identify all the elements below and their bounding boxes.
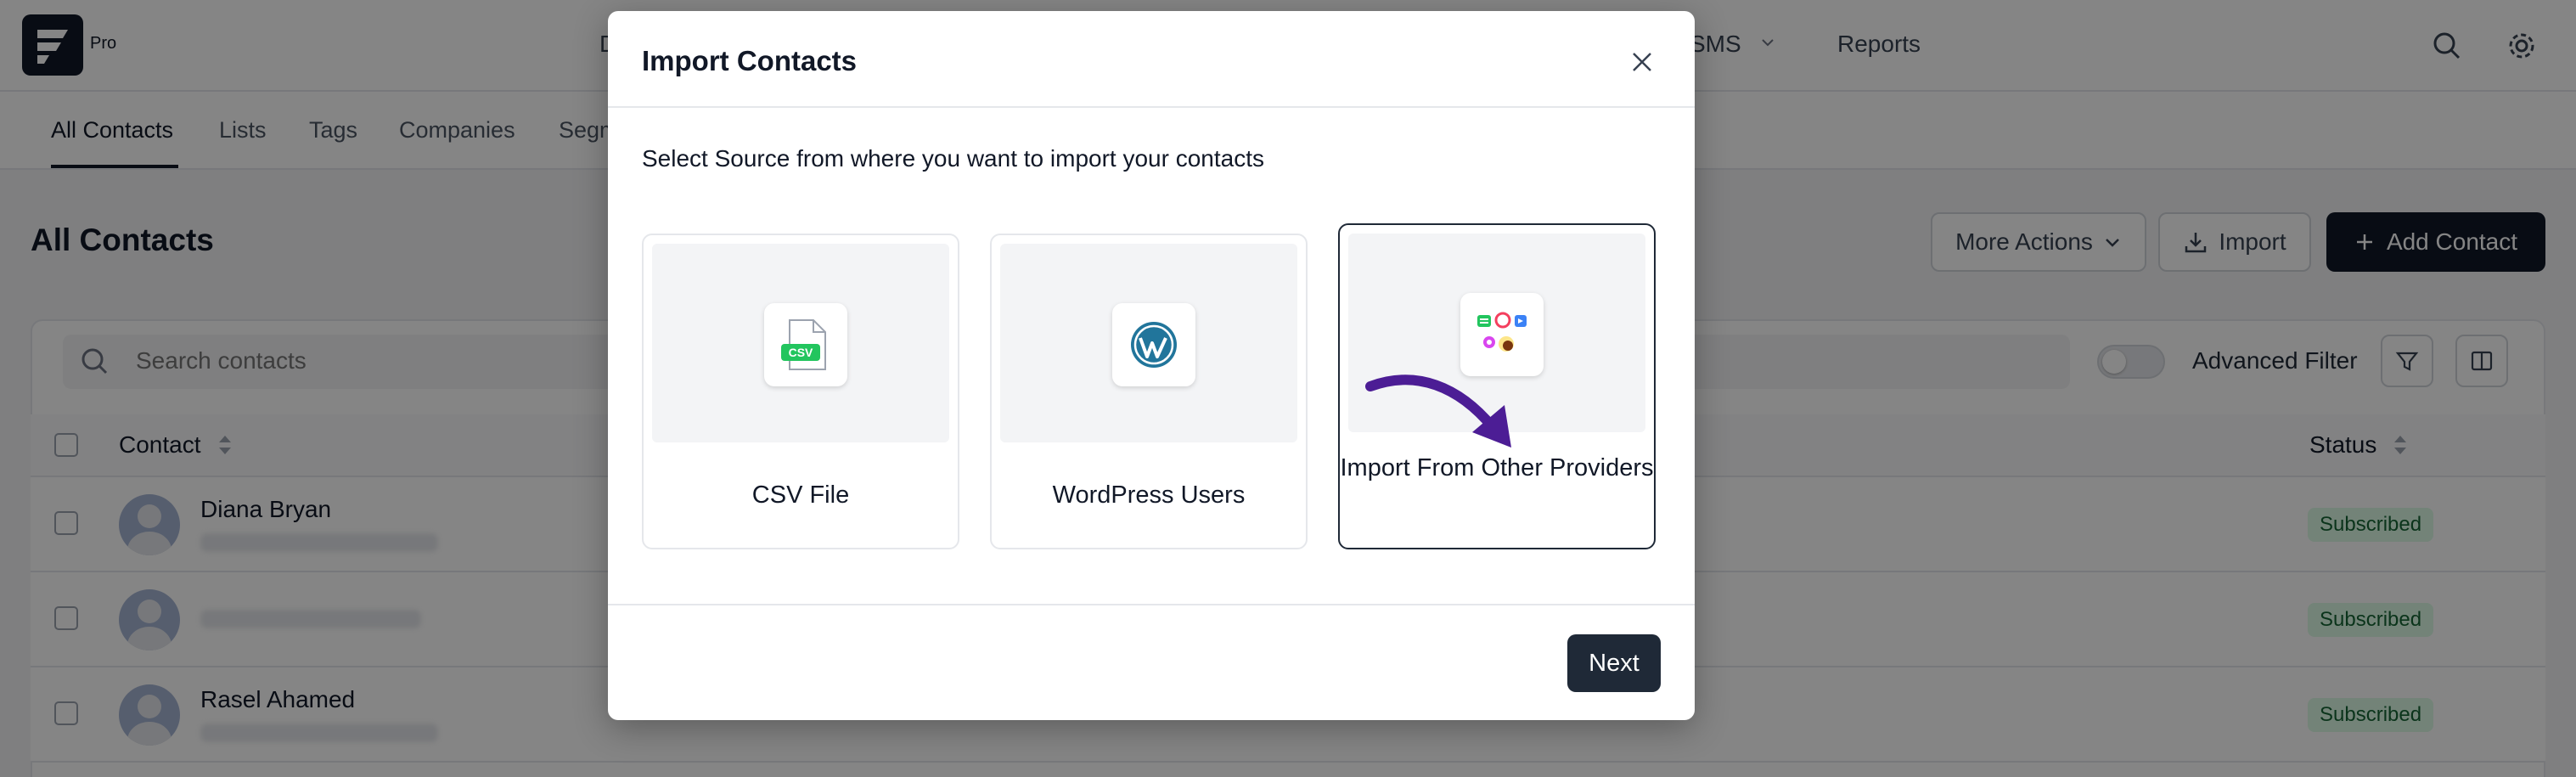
modal-footer-divider [608, 604, 1695, 605]
modal-header-divider [608, 106, 1695, 108]
source-art [1348, 234, 1645, 448]
csv-badge-text: CSV [789, 346, 813, 359]
source-label: CSV File [751, 481, 850, 509]
source-csv-file[interactable]: CSV CSV File [642, 234, 959, 549]
arrow-icon [1365, 374, 1511, 448]
source-art [1000, 244, 1297, 442]
source-other-providers[interactable]: Import From Other Providers [1338, 223, 1656, 549]
wordpress-icon [1112, 303, 1195, 386]
next-button[interactable]: Next [1567, 634, 1661, 692]
source-wordpress-users[interactable]: WordPress Users [990, 234, 1308, 549]
source-label: Import From Other Providers [1340, 454, 1654, 481]
close-icon [1633, 53, 1651, 71]
import-contacts-modal: Import Contacts Select Source from where… [608, 11, 1695, 720]
close-button[interactable] [1623, 43, 1661, 81]
source-art: CSV [652, 244, 949, 442]
csv-file-icon: CSV [764, 303, 847, 386]
source-label: WordPress Users [1052, 481, 1246, 509]
modal-title: Import Contacts [642, 45, 858, 76]
modal-subtitle: Select Source from where you want to imp… [642, 145, 1264, 172]
